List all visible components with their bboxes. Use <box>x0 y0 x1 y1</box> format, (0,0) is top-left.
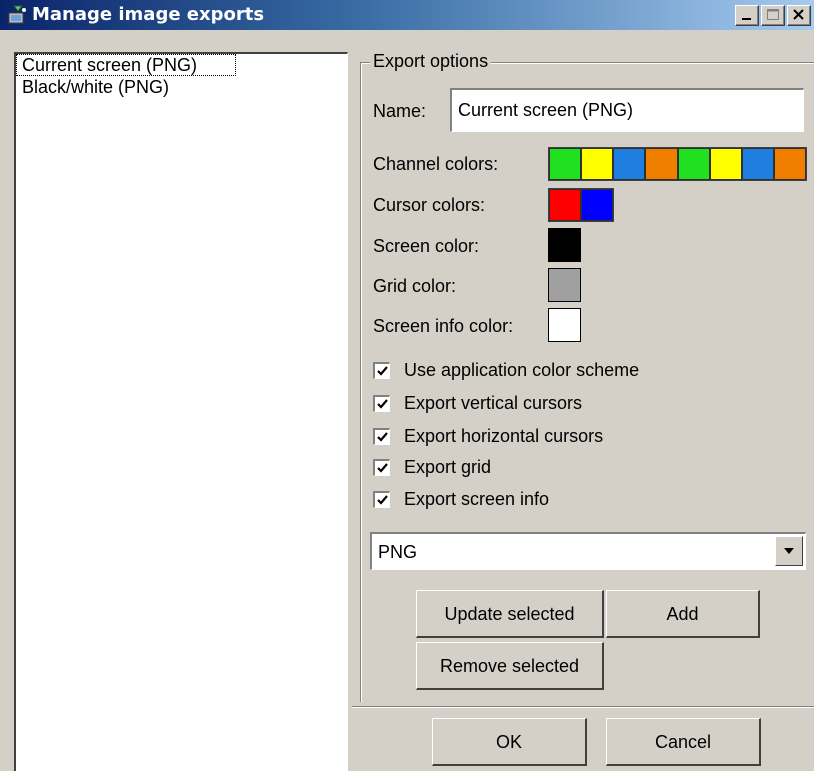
grid-color-swatch[interactable] <box>548 268 581 302</box>
add-button[interactable]: Add <box>606 590 760 638</box>
checkbox[interactable] <box>373 427 390 445</box>
checkbox[interactable] <box>373 458 390 476</box>
checkbox-label: Export screen info <box>404 488 550 509</box>
color-swatch[interactable] <box>645 148 678 180</box>
checkbox-use-app-colors[interactable]: Use application color scheme <box>373 356 639 384</box>
color-swatch[interactable] <box>581 148 614 180</box>
list-item[interactable]: Current screen (PNG) <box>16 54 236 76</box>
format-select[interactable]: PNG <box>370 532 806 570</box>
screen-info-color-label: Screen info color: <box>373 316 514 336</box>
app-icon <box>6 4 28 26</box>
checkbox-label: Export vertical cursors <box>404 392 583 413</box>
name-input[interactable] <box>450 88 804 132</box>
minimize-icon <box>742 18 751 20</box>
screen-color-swatch[interactable] <box>548 228 581 262</box>
checkbox-label: Export horizontal cursors <box>404 425 604 446</box>
window-title: Manage image exports <box>32 4 265 25</box>
color-swatch[interactable] <box>581 189 613 221</box>
name-label: Name: <box>373 101 427 121</box>
checkmark-icon <box>377 398 388 409</box>
checkmark-icon <box>377 462 388 473</box>
close-icon <box>793 9 804 20</box>
color-swatch[interactable] <box>773 148 806 180</box>
checkmark-icon <box>377 494 388 505</box>
minimize-button[interactable] <box>735 5 759 26</box>
color-swatch[interactable] <box>549 148 582 180</box>
checkbox-label: Export grid <box>404 456 492 477</box>
checkbox[interactable] <box>373 361 390 379</box>
format-select-value: PNG <box>378 542 418 562</box>
checkbox-export-screen-info[interactable]: Export screen info <box>373 485 549 513</box>
dropdown-button[interactable] <box>775 536 803 566</box>
maximize-button[interactable] <box>761 5 785 26</box>
list-item[interactable]: Black/white (PNG) <box>16 76 347 98</box>
ok-button[interactable]: OK <box>432 718 587 766</box>
chevron-down-icon <box>784 548 794 554</box>
export-options-title: Export options <box>370 51 492 71</box>
color-swatch[interactable] <box>549 189 581 221</box>
export-list[interactable]: Current screen (PNG) Black/white (PNG) <box>14 52 348 771</box>
color-swatch[interactable] <box>709 148 742 180</box>
color-swatch[interactable] <box>677 148 710 180</box>
checkbox-export-horizontal-cursors[interactable]: Export horizontal cursors <box>373 422 603 450</box>
checkmark-icon <box>377 431 388 442</box>
checkmark-icon <box>377 365 388 376</box>
screen-info-color-swatch[interactable] <box>548 308 581 342</box>
maximize-icon <box>767 9 779 20</box>
checkbox[interactable] <box>373 394 390 412</box>
checkbox-export-grid[interactable]: Export grid <box>373 453 491 481</box>
channel-colors-label: Channel colors: <box>373 154 499 174</box>
checkbox-export-vertical-cursors[interactable]: Export vertical cursors <box>373 389 582 417</box>
cursor-colors-label: Cursor colors: <box>373 195 486 215</box>
color-swatch[interactable] <box>741 148 774 180</box>
title-bar[interactable]: Manage image exports <box>0 0 814 30</box>
checkbox-label: Use application color scheme <box>404 359 640 380</box>
screen-color-label: Screen color: <box>373 236 480 256</box>
checkbox[interactable] <box>373 490 390 508</box>
close-button[interactable] <box>787 5 811 26</box>
remove-selected-button[interactable]: Remove selected <box>416 642 604 690</box>
grid-color-label: Grid color: <box>373 276 457 296</box>
cancel-button[interactable]: Cancel <box>606 718 761 766</box>
update-selected-button[interactable]: Update selected <box>416 590 604 638</box>
color-swatch[interactable] <box>613 148 646 180</box>
separator <box>352 706 814 708</box>
